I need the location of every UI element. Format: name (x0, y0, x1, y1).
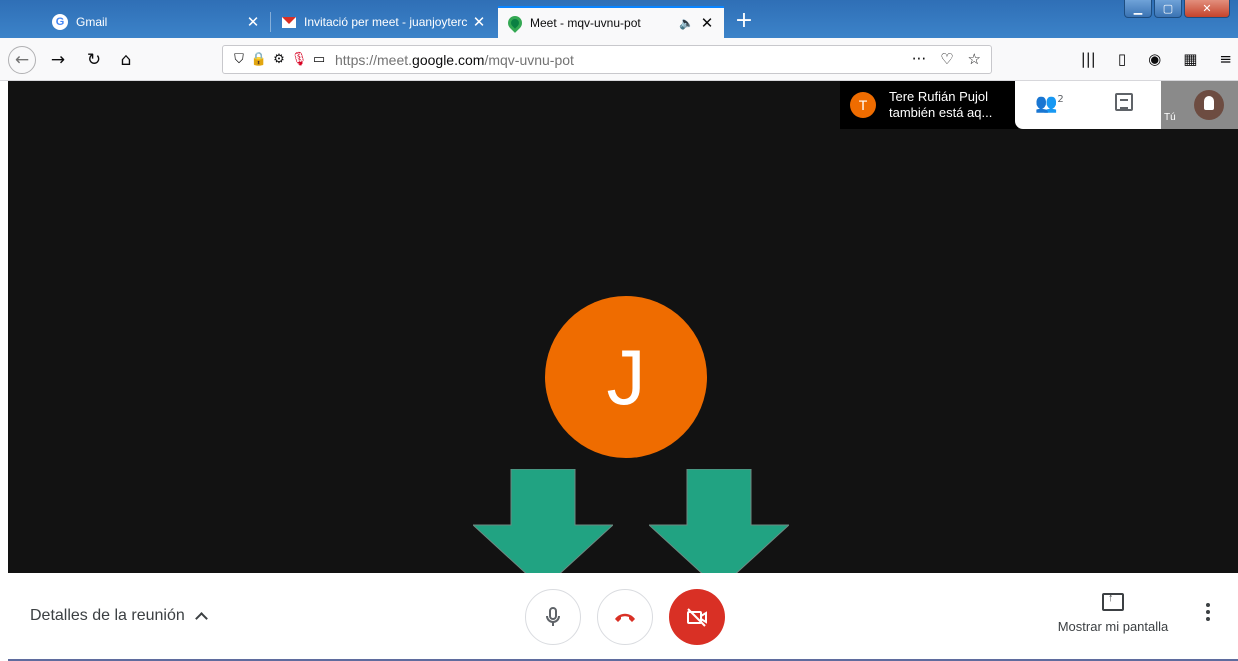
meeting-details-label: Detalles de la reunión (30, 607, 185, 624)
back-button[interactable]: ← (8, 46, 36, 74)
chat-icon[interactable] (1115, 93, 1133, 111)
people-icon: 👥 (1035, 93, 1058, 114)
url-text[interactable]: https://meet.google.com/mqv-uvnu-pot (329, 52, 574, 68)
chevron-up-icon (194, 612, 208, 625)
browser-tab-strip: G Gmail ✕ Invitació per meet - juanjoyte… (0, 0, 1238, 38)
extensions-icon[interactable]: ▦ (1183, 50, 1197, 68)
account-icon[interactable]: ◉ (1148, 50, 1161, 68)
pocket-icon[interactable]: ♡ (940, 50, 953, 68)
tab-invitacio[interactable]: Invitació per meet - juanjoyterc ✕ (272, 6, 496, 38)
window-close-button[interactable]: ✕ (1184, 0, 1230, 18)
microphone-icon (546, 607, 560, 626)
people-button[interactable]: 👥2 (1035, 93, 1064, 114)
leave-call-button[interactable] (597, 589, 653, 645)
close-icon[interactable]: ✕ (698, 14, 716, 32)
present-screen-button[interactable]: Mostrar mi pantalla (1038, 592, 1188, 634)
top-right-panel: 👥2 Tú (1015, 81, 1238, 129)
gmail-icon (282, 16, 296, 28)
camera-button[interactable] (669, 589, 725, 645)
participants-count: 2 (1057, 94, 1064, 105)
meeting-details-button[interactable]: Detalles de la reunión (30, 607, 208, 625)
tab-separator (270, 12, 271, 32)
tab-title: Gmail (76, 15, 108, 29)
meeting-controls-bar: Detalles de la reunión Mostrar mi pantal… (8, 573, 1238, 661)
home-button[interactable]: ⌂ (112, 46, 140, 74)
url-bar[interactable]: ⛉ 🔒 ⚙ 🎙 ▭ https://meet.google.com/mqv-uv… (222, 45, 992, 74)
self-label: Tú (1164, 112, 1176, 123)
tab-gmail[interactable]: G Gmail ✕ (42, 6, 270, 38)
self-avatar (1194, 90, 1224, 120)
join-notification: T Tere Rufián Pujol también está aq... (840, 81, 1018, 129)
tab-title: Invitació per meet - juanjoyterc (304, 15, 468, 29)
reload-button[interactable]: ↻ (80, 46, 108, 74)
page-actions-icon[interactable]: ··· (912, 50, 926, 68)
arrow-down-annotation-icon (473, 469, 613, 589)
notification-name: Tere Rufián Pujol (889, 89, 988, 104)
participant-avatar: J (545, 296, 707, 458)
notification-avatar: T (850, 92, 876, 118)
lock-icon[interactable]: 🔒 (249, 52, 269, 67)
more-options-icon[interactable] (1206, 603, 1210, 624)
close-icon[interactable]: ✕ (470, 13, 488, 31)
menu-icon[interactable]: ≡ (1219, 50, 1232, 68)
microphone-button[interactable] (525, 589, 581, 645)
present-screen-label: Mostrar mi pantalla (1057, 619, 1169, 634)
bookmark-star-icon[interactable]: ☆ (968, 50, 981, 68)
notification-message: también está aq... (889, 105, 993, 120)
library-icon[interactable]: ||| (1081, 50, 1096, 68)
self-view-tile[interactable]: Tú (1161, 81, 1238, 129)
tracking-shield-icon[interactable]: ⛉ (229, 52, 249, 67)
permissions-icon[interactable]: ⚙ (269, 52, 289, 67)
maximize-button[interactable]: ▢ (1154, 0, 1182, 18)
video-stage: J T Tere Rufián Pujol también está aq...… (8, 81, 1238, 589)
forward-button[interactable]: → (44, 46, 72, 74)
close-icon[interactable]: ✕ (244, 13, 262, 31)
present-screen-icon (1102, 592, 1124, 611)
sidebar-icon[interactable]: ▯ (1118, 50, 1126, 68)
arrow-down-annotation-icon (649, 469, 789, 589)
message-icon[interactable]: ▭ (309, 52, 329, 67)
tab-title: Meet - mqv-uvnu-pot (530, 16, 641, 30)
hang-up-icon (615, 613, 635, 622)
google-icon: G (52, 14, 68, 30)
window-controls: ▁ ▢ ✕ (1124, 0, 1230, 18)
new-tab-button[interactable]: + (730, 6, 758, 34)
speaker-icon[interactable]: 🔈 (679, 16, 698, 30)
navigation-toolbar: ← → ↻ ⌂ ⛉ 🔒 ⚙ 🎙 ▭ https://meet.google.co… (0, 38, 1238, 81)
minimize-button[interactable]: ▁ (1124, 0, 1152, 18)
tab-meet[interactable]: Meet - mqv-uvnu-pot 🔈 ✕ (498, 6, 724, 38)
camera-off-icon (687, 608, 707, 627)
microphone-sharing-icon[interactable]: 🎙 (289, 52, 309, 67)
